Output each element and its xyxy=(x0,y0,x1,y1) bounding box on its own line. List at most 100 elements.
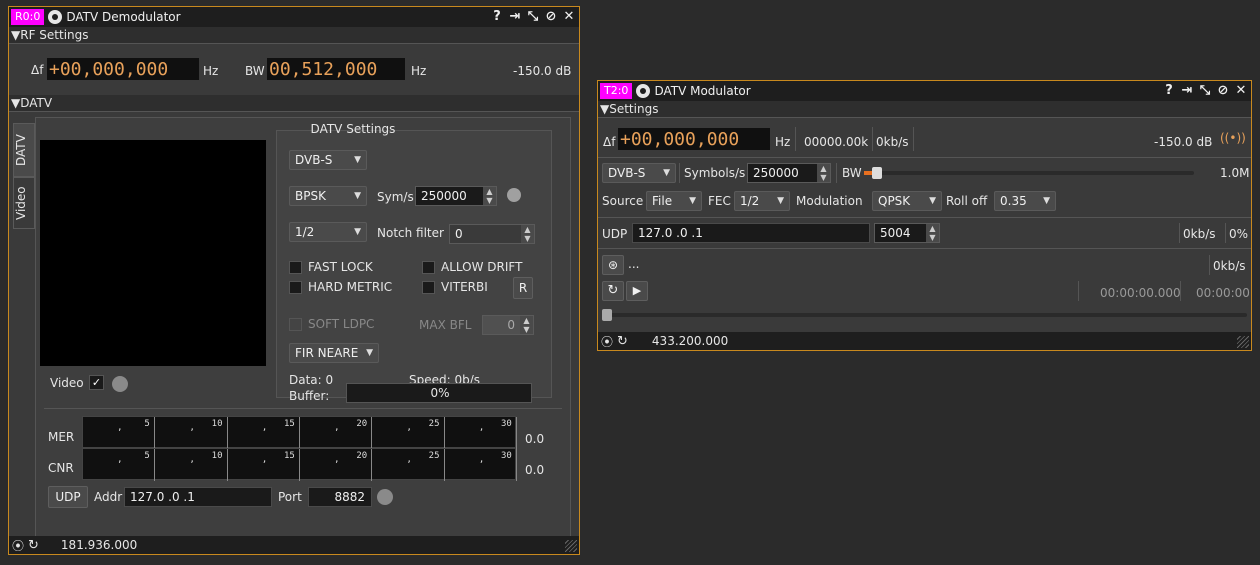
settings-gear-icon[interactable] xyxy=(636,84,651,98)
loop-button[interactable]: ↻ xyxy=(602,281,624,301)
max-bfl-spinbox[interactable]: 0 ▲ ▼ xyxy=(482,315,534,335)
udp-port-input[interactable]: 8882 xyxy=(308,487,372,507)
notch-filter-spinbox[interactable]: 0 ▲ ▼ xyxy=(449,224,535,244)
delta-frequency-dial[interactable]: +00,000,000 xyxy=(618,128,770,150)
meter-division xyxy=(443,417,445,449)
mod-statusbar: ⦿ ↻ 433.200.000 xyxy=(598,332,1251,350)
bandwidth-dial[interactable]: 00,512,000 xyxy=(267,58,405,80)
close-icon[interactable]: ✕ xyxy=(1233,83,1249,99)
datv-settings-title: DATV Settings xyxy=(310,122,396,136)
help-icon[interactable]: ? xyxy=(1161,83,1177,99)
tab-video[interactable]: Video xyxy=(13,177,35,229)
hard-metric-checkbox[interactable]: HARD METRIC xyxy=(289,280,392,294)
shrink-icon[interactable]: ⤡ xyxy=(525,9,541,25)
refresh-icon[interactable]: ↻ xyxy=(617,334,628,349)
meter-tick-label: 5 xyxy=(144,419,150,429)
cnr-label: CNR xyxy=(48,461,74,475)
fec-select[interactable]: 1/2 ▼ xyxy=(289,222,367,242)
meter-tick-label: 10 xyxy=(211,451,223,461)
udp-port-spinbox[interactable]: 5004 ▲ ▼ xyxy=(874,223,940,243)
playback-slider[interactable] xyxy=(602,309,1247,321)
power-on-icon[interactable]: ⦿ xyxy=(601,333,613,350)
close-icon[interactable]: ✕ xyxy=(561,9,577,25)
viterbi-checkbox[interactable]: VITERBI xyxy=(422,280,488,294)
bandwidth-slider-fill xyxy=(864,171,872,175)
rate-k: 00000.00k xyxy=(804,135,869,149)
video-status-led xyxy=(112,376,128,392)
spin-arrows-icon[interactable]: ▲ ▼ xyxy=(521,225,534,243)
playback-slider-handle[interactable] xyxy=(602,309,612,321)
mer-label: MER xyxy=(48,430,75,444)
resize-grip-icon[interactable] xyxy=(1237,336,1249,348)
datv-demodulator-window: R0:0 DATV Demodulator ? ⇥ ⤡ ⊘ ✕ ▼RF Sett… xyxy=(8,6,580,555)
meter-divider xyxy=(44,408,562,409)
window-title: DATV Modulator xyxy=(654,84,751,98)
open-file-button[interactable]: ⊛ xyxy=(602,255,624,275)
soft-ldpc-checkbox[interactable]: SOFT LDPC xyxy=(289,317,374,331)
modulation-select[interactable]: BPSK ▼ xyxy=(289,186,367,206)
datv-section-header[interactable]: ▼DATV xyxy=(9,95,579,112)
delta-f-label: Δf xyxy=(31,63,44,77)
symbol-rate-spinbox[interactable]: 250000 ▲ ▼ xyxy=(415,186,497,206)
fec-select[interactable]: 1/2 ▼ xyxy=(734,191,790,211)
antenna-icon: ((•)) xyxy=(1220,131,1246,145)
spin-arrows-icon[interactable]: ▲ ▼ xyxy=(926,224,939,242)
shrink-icon[interactable]: ⤡ xyxy=(1197,83,1213,99)
udp-toggle-button[interactable]: UDP xyxy=(48,486,88,508)
fec-value: 1/2 xyxy=(295,225,315,239)
divider xyxy=(598,157,1251,158)
source-select[interactable]: File ▼ xyxy=(646,191,702,211)
rolloff-select[interactable]: 0.35 ▼ xyxy=(994,191,1056,211)
reset-r-button[interactable]: R xyxy=(513,277,533,299)
chevron-down-icon: ▼ xyxy=(354,155,361,165)
divider xyxy=(598,217,1251,218)
tab-datv[interactable]: DATV xyxy=(13,123,35,177)
bandwidth-slider[interactable] xyxy=(864,167,1194,179)
udp-address-input[interactable]: 127.0 .0 .1 xyxy=(632,223,870,243)
hide-icon[interactable]: ⊘ xyxy=(1215,83,1231,99)
spin-arrows-icon[interactable]: ▲ ▼ xyxy=(483,187,496,205)
allow-drift-checkbox[interactable]: ALLOW DRIFT xyxy=(422,260,522,274)
resize-grip-icon[interactable] xyxy=(565,540,577,552)
standard-select[interactable]: DVB-S ▼ xyxy=(289,150,367,170)
video-checkbox[interactable]: ✓ xyxy=(89,375,104,390)
power-on-icon[interactable]: ⦿ xyxy=(12,537,24,554)
bw-label: BW xyxy=(245,64,265,78)
modulation-select[interactable]: QPSK ▼ xyxy=(872,191,942,211)
modulation-value: QPSK xyxy=(878,194,911,208)
checkbox-box xyxy=(289,260,302,274)
move-to-workspace-icon[interactable]: ⇥ xyxy=(1179,83,1195,99)
mod-titlebar[interactable]: T2:0 DATV Modulator ? ⇥ ⤡ ⊘ ✕ xyxy=(598,81,1251,101)
standard-value: DVB-S xyxy=(608,166,646,180)
spin-arrows-icon[interactable]: ▲ ▼ xyxy=(817,164,830,182)
channel-tag[interactable]: R0:0 xyxy=(11,9,45,25)
help-icon[interactable]: ? xyxy=(489,9,505,25)
settings-gear-icon[interactable] xyxy=(48,10,63,24)
standard-select[interactable]: DVB-S ▼ xyxy=(602,163,676,183)
meter-minor-tick: , xyxy=(189,455,195,465)
rf-settings-header[interactable]: ▼RF Settings xyxy=(9,27,579,44)
spin-arrows-icon[interactable]: ▲ ▼ xyxy=(520,316,533,334)
hide-icon[interactable]: ⊘ xyxy=(543,9,559,25)
demod-titlebar[interactable]: R0:0 DATV Demodulator ? ⇥ ⤡ ⊘ ✕ xyxy=(9,7,579,27)
divider xyxy=(795,127,796,151)
filter-select[interactable]: FIR NEARE ▼ xyxy=(289,343,379,363)
settings-header[interactable]: ▼Settings xyxy=(598,101,1251,118)
video-label: Video xyxy=(50,376,84,390)
divider xyxy=(1209,255,1210,275)
symbol-rate-spinbox[interactable]: 250000 ▲ ▼ xyxy=(747,163,831,183)
delta-unit: Hz xyxy=(775,135,791,149)
channel-tag[interactable]: T2:0 xyxy=(600,83,633,99)
chevron-down-icon: ▼ xyxy=(663,168,670,178)
play-button[interactable]: ▶ xyxy=(626,281,648,301)
delta-frequency-dial[interactable]: +00,000,000 xyxy=(47,58,199,80)
bandwidth-slider-handle[interactable] xyxy=(872,167,882,179)
file-rate: 0kb/s xyxy=(1213,259,1246,273)
symbol-rate-value: 250000 xyxy=(753,166,799,180)
refresh-icon[interactable]: ↻ xyxy=(28,538,39,553)
udp-address-input[interactable]: 127.0 .0 .1 xyxy=(124,487,272,507)
modulation-value: BPSK xyxy=(295,189,326,203)
datv-modulator-window: T2:0 DATV Modulator ? ⇥ ⤡ ⊘ ✕ ▼Settings … xyxy=(597,80,1252,351)
fast-lock-checkbox[interactable]: FAST LOCK xyxy=(289,260,373,274)
move-to-workspace-icon[interactable]: ⇥ xyxy=(507,9,523,25)
